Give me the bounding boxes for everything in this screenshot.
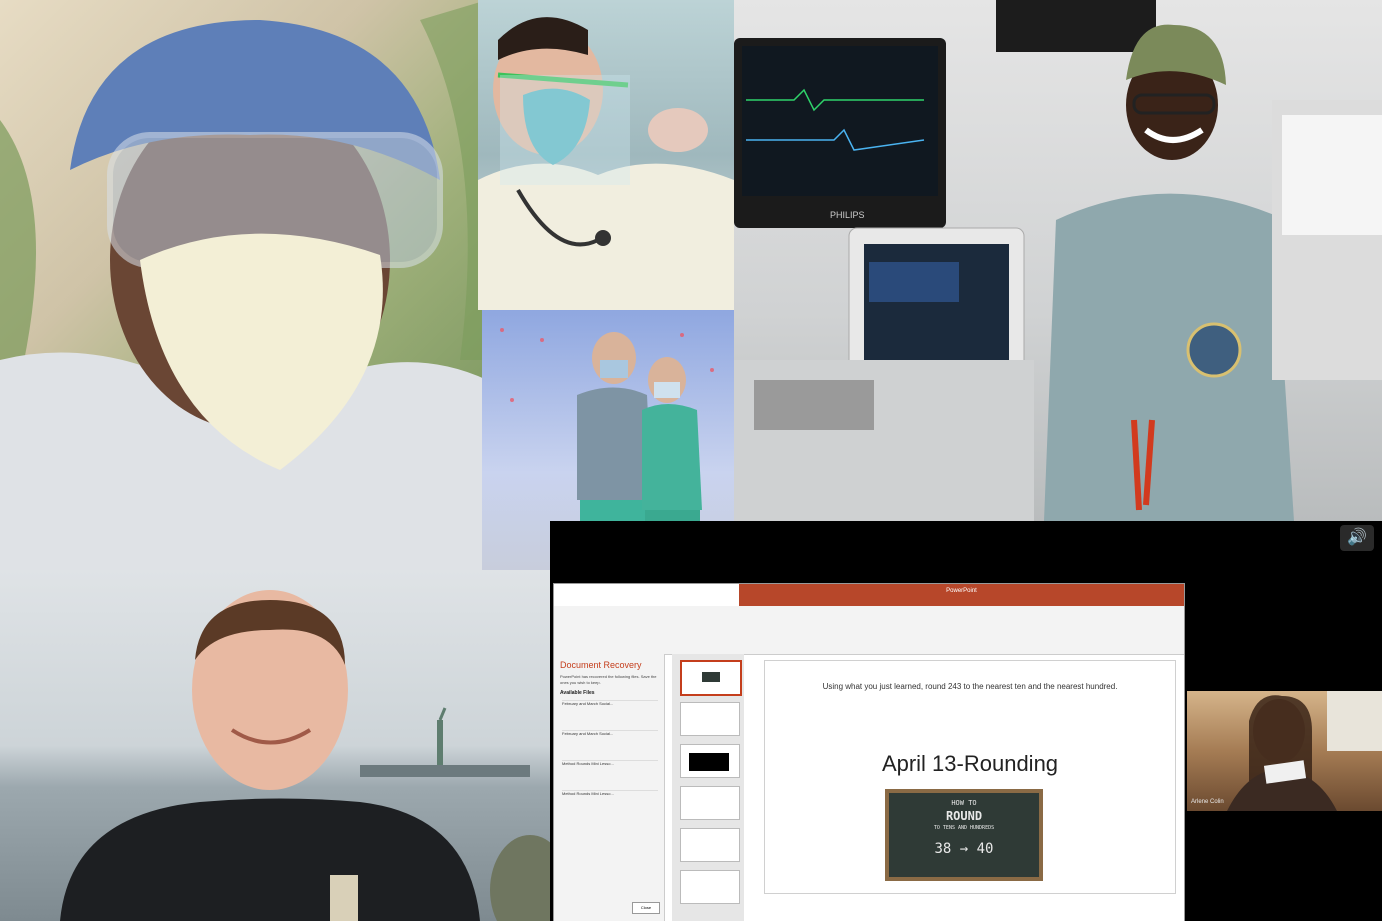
board-line: HOW TO (951, 799, 977, 807)
app-title: PowerPoint (946, 588, 977, 594)
available-files-label: Available Files (560, 690, 595, 696)
slide-thumbnail[interactable] (680, 786, 740, 820)
slide-thumbnails (672, 654, 744, 921)
slide-thumbnail[interactable] (680, 660, 742, 696)
slide-heading: April 13-Rounding (881, 751, 1059, 776)
recovery-close-button[interactable]: Close (632, 902, 660, 914)
current-slide: Using what you just learned, round 243 t… (764, 660, 1176, 894)
powerpoint-window: PowerPoint Document Recovery PowerPoint … (553, 583, 1185, 921)
recovery-title: Document Recovery (560, 660, 642, 670)
anesthesia-illustration: PHILIPS (734, 0, 1382, 521)
slide-thumbnail[interactable] (680, 828, 740, 862)
slide-thumbnail[interactable] (680, 870, 740, 904)
recovery-item[interactable]: February and March Social... (562, 730, 658, 757)
document-recovery-pane: Document Recovery PowerPoint has recover… (554, 654, 665, 921)
webcam-person (1227, 691, 1382, 811)
slide-thumbnail[interactable] (680, 702, 740, 736)
slide-question: Using what you just learned, round 243 t… (822, 682, 1118, 691)
doctor-illustration (478, 17, 734, 310)
screen-powerpoint-lesson: 🔊 PowerPoint Document Recovery PowerPoin… (550, 521, 1382, 921)
recovery-item[interactable]: February and March Social... (562, 700, 658, 727)
recovery-item[interactable]: Method Rounds Mini Lesso... (562, 790, 658, 817)
board-line: ROUND (945, 809, 983, 823)
photo-doctor-face-shield (478, 0, 734, 310)
monitor-brand: PHILIPS (830, 210, 865, 220)
photo-man-harbor (0, 570, 550, 921)
chalkboard-image: HOW TO ROUND TO TENS AND HUNDREDS 38 → 4… (885, 789, 1043, 881)
webcam-name: Arlene Colin (1191, 799, 1224, 805)
speaker-icon: 🔊 (1340, 525, 1374, 551)
photo-selfie-goggles-mask (0, 0, 487, 570)
recovery-item[interactable]: Method Rounds Mini Lesso... (562, 760, 658, 787)
recovery-intro: PowerPoint has recovered the following f… (560, 674, 657, 685)
harbor-illustration (60, 590, 550, 921)
powerpoint-tabs (739, 598, 1184, 606)
webcam-feed: Arlene Colin (1187, 691, 1382, 811)
board-line: TO TENS AND HUNDREDS (933, 825, 995, 831)
photo-anesthesia-room: PHILIPS (734, 0, 1382, 521)
powerpoint-ribbon (554, 606, 1184, 655)
selfie-illustration (0, 0, 487, 570)
slide-thumbnail[interactable] (680, 744, 740, 778)
board-line: 38 → 40 (934, 841, 994, 857)
powerpoint-title-bar: PowerPoint (739, 584, 1184, 598)
